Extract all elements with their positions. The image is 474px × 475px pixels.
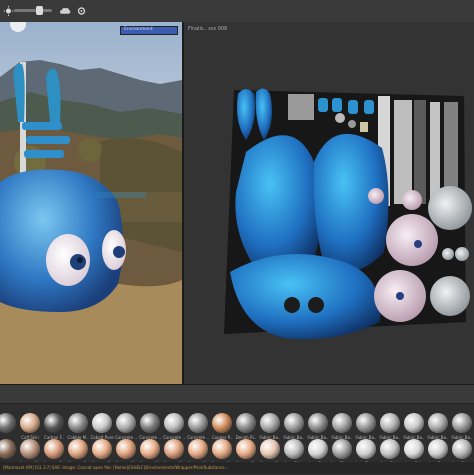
top-toolbar — [0, 0, 474, 23]
shelf-header — [0, 385, 474, 404]
slider-knob[interactable] — [36, 6, 43, 15]
material-swatch[interactable] — [428, 413, 448, 433]
cloud-icon[interactable] — [60, 6, 71, 16]
material-swatch[interactable] — [452, 439, 472, 459]
3d-viewport[interactable]: Environment — [0, 22, 184, 384]
material-swatch[interactable] — [380, 439, 400, 459]
material-swatch[interactable] — [308, 439, 328, 459]
material-swatch[interactable] — [140, 439, 160, 459]
material-swatch[interactable] — [284, 413, 304, 433]
material-swatch[interactable] — [284, 439, 304, 459]
material-swatch[interactable] — [404, 413, 424, 433]
material-swatch[interactable] — [188, 439, 208, 459]
material-swatch[interactable] — [20, 439, 40, 459]
status-bar: [Marmoset API] [GL 3.?] SAE: Image: Cann… — [0, 462, 474, 474]
material-swatch[interactable] — [92, 413, 112, 433]
material-swatch[interactable] — [236, 413, 256, 433]
material-swatch[interactable] — [212, 413, 232, 433]
exposure-slider[interactable] — [14, 6, 52, 15]
material-swatch[interactable] — [428, 439, 448, 459]
uv-texture-atlas — [224, 88, 472, 340]
material-swatch[interactable] — [164, 413, 184, 433]
material-swatch[interactable] — [212, 439, 232, 459]
material-swatch[interactable] — [116, 413, 136, 433]
material-swatch[interactable] — [92, 439, 112, 459]
material-swatch[interactable] — [332, 439, 352, 459]
material-swatch[interactable] — [260, 413, 280, 433]
material-swatch[interactable] — [68, 439, 88, 459]
material-swatch[interactable] — [404, 439, 424, 459]
uv-viewport[interactable]: Finalis.. sss 008 — [184, 22, 474, 384]
material-swatch[interactable] — [308, 413, 328, 433]
material-swatch[interactable] — [356, 439, 376, 459]
scene-render — [0, 22, 182, 384]
environment-label: Environment — [124, 27, 153, 32]
environment-selector[interactable]: Environment — [120, 26, 178, 35]
material-swatch[interactable] — [452, 413, 472, 433]
material-swatch[interactable] — [332, 413, 352, 433]
material-swatch[interactable] — [0, 439, 16, 459]
material-swatch[interactable] — [44, 413, 64, 433]
material-swatch[interactable] — [44, 439, 64, 459]
material-swatch[interactable] — [380, 413, 400, 433]
material-swatch[interactable] — [236, 439, 256, 459]
sun-icon[interactable] — [3, 6, 14, 16]
material-swatch[interactable] — [0, 413, 16, 433]
material-swatch[interactable] — [68, 413, 88, 433]
material-swatch[interactable] — [260, 439, 280, 459]
material-swatch[interactable] — [140, 413, 160, 433]
material-swatch[interactable] — [188, 413, 208, 433]
material-swatch[interactable] — [356, 413, 376, 433]
material-swatch[interactable] — [116, 439, 136, 459]
material-swatch[interactable] — [20, 413, 40, 433]
uv-view-title: Finalis.. sss 008 — [188, 26, 228, 32]
material-swatch[interactable] — [164, 439, 184, 459]
settings-icon[interactable] — [76, 6, 87, 16]
